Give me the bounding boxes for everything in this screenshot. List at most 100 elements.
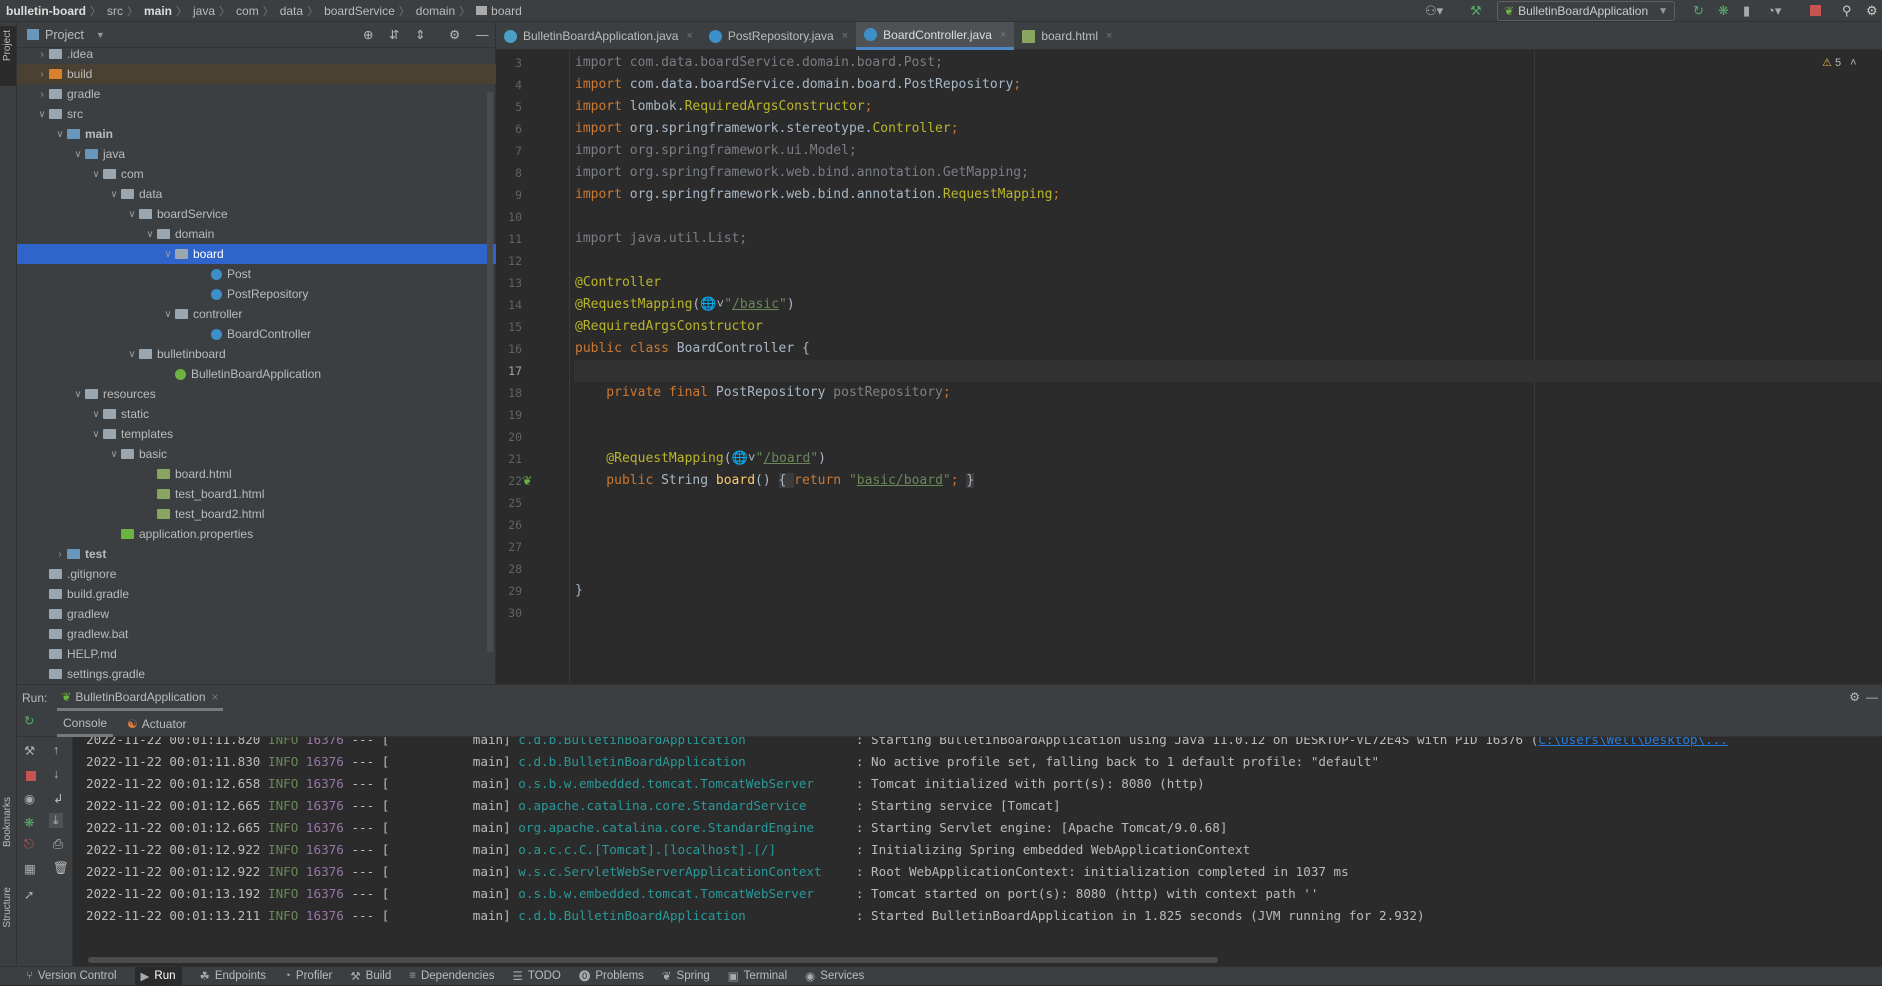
chevron-right-icon[interactable]: › [53, 549, 67, 560]
tab-actuator[interactable]: Actuator [142, 717, 187, 731]
chevron-down-icon[interactable]: ∨ [53, 129, 67, 140]
bookmarks-stripe-label[interactable]: Bookmarks [2, 797, 13, 847]
search-icon[interactable]: ⚲ [1842, 3, 1852, 19]
breadcrumb-item[interactable]: bulletin-board [6, 4, 86, 18]
chevron-down-icon[interactable]: ∨ [71, 389, 85, 400]
tree-item[interactable]: test_board2.html [17, 504, 496, 524]
tree-item[interactable]: ∨ templates [17, 424, 496, 444]
structure-stripe-label[interactable]: Structure [2, 887, 13, 928]
run-configuration-select[interactable]: ❦ BulletinBoardApplication ▼ [1497, 1, 1675, 21]
tree-item[interactable]: ∨ board [17, 244, 496, 264]
tool-window-todo[interactable]: ☰ TODO [513, 969, 561, 983]
tree-item[interactable]: ∨ data [17, 184, 496, 204]
chevron-down-icon[interactable]: ∨ [89, 429, 103, 440]
debug-icon[interactable]: ❋ [1718, 3, 1729, 19]
breadcrumb-item[interactable]: src [107, 4, 123, 18]
tree-item[interactable]: ∨ basic [17, 444, 496, 464]
tree-item[interactable]: Post [17, 264, 496, 284]
tool-window-services[interactable]: ◉ Services [805, 969, 864, 983]
tool-window-terminal[interactable]: ▣ Terminal [728, 969, 787, 983]
rerun-icon[interactable]: ↻ [1693, 3, 1704, 19]
tool-window-run[interactable]: ▶ Run [134, 966, 182, 986]
chevron-down-icon[interactable]: ∨ [161, 309, 175, 320]
tree-item[interactable]: › test [17, 544, 496, 564]
stop-icon[interactable] [1810, 5, 1821, 16]
profile-icon[interactable]: ◔▾ [1767, 3, 1781, 19]
tool-window-problems[interactable]: ⓿ Problems [579, 968, 644, 984]
tree-item[interactable]: board.html [17, 464, 496, 484]
tree-item[interactable]: PostRepository [17, 284, 496, 304]
tree-item[interactable]: › .idea [17, 44, 496, 64]
close-icon[interactable]: × [842, 30, 848, 42]
tool-window-version-control[interactable]: ⑂ Version Control [26, 970, 117, 982]
breadcrumb-item[interactable]: java [193, 4, 215, 18]
tool-window-endpoints[interactable]: ☘ Endpoints [200, 969, 266, 983]
tool-window-build[interactable]: ⚒ Build [350, 969, 391, 983]
tool-window-spring[interactable]: ❦ Spring [662, 969, 710, 983]
close-icon[interactable]: × [1000, 29, 1006, 41]
breadcrumb-item[interactable]: board [491, 4, 522, 18]
tree-item[interactable]: test_board1.html [17, 484, 496, 504]
tree-item[interactable]: ∨ com [17, 164, 496, 184]
tree-scrollbar[interactable] [487, 92, 493, 652]
chevron-down-icon[interactable]: ∨ [161, 249, 175, 260]
breadcrumb-item[interactable]: data [280, 4, 303, 18]
tab-boardcontroller-java[interactable]: BoardController.java × [856, 22, 1015, 50]
chevron-down-icon[interactable]: ∨ [125, 349, 139, 360]
tree-item[interactable]: HELP.md [17, 644, 496, 664]
tree-item[interactable]: BoardController [17, 324, 496, 344]
console-output[interactable]: 2022-11-22 00:01:11.820 INFO 16376 --- [… [17, 737, 1882, 953]
gear-icon[interactable]: ⚙ [1866, 3, 1878, 19]
tab-board-html[interactable]: board.html × [1014, 22, 1120, 50]
log-path-link[interactable]: C:\Users\Well\Desktop\... [1538, 737, 1728, 747]
close-icon[interactable]: × [686, 30, 692, 42]
close-icon[interactable]: × [212, 690, 219, 704]
tree-item[interactable]: ∨ static [17, 404, 496, 424]
tree-item[interactable]: application.properties [17, 524, 496, 544]
tree-item[interactable]: BulletinBoardApplication [17, 364, 496, 384]
hide-icon[interactable]: — [1866, 690, 1878, 704]
tool-window-profiler[interactable]: ◔ Profiler [284, 970, 332, 982]
tree-item[interactable]: ∨ domain [17, 224, 496, 244]
tree-item[interactable]: › gradle [17, 84, 496, 104]
collapse-all-icon[interactable]: ⇕ [415, 27, 425, 42]
chevron-down-icon[interactable]: ∨ [143, 229, 157, 240]
locate-icon[interactable]: ⊕ [363, 27, 373, 42]
tree-item[interactable]: ∨ main [17, 124, 496, 144]
breadcrumb-item[interactable]: com [236, 4, 259, 18]
project-tool-button[interactable]: Project [0, 26, 16, 86]
chevron-down-icon[interactable]: ▼ [96, 30, 105, 40]
breadcrumb-item[interactable]: boardService [324, 4, 395, 18]
coverage-icon[interactable]: ▮ [1743, 3, 1750, 19]
console-horizontal-scrollbar[interactable] [88, 957, 1218, 963]
gear-icon[interactable]: ⚙ [1849, 690, 1860, 704]
tree-item[interactable]: ∨ bulletinboard [17, 344, 496, 364]
tree-item[interactable]: gradlew [17, 604, 496, 624]
tab-postrepository-java[interactable]: PostRepository.java × [701, 22, 856, 50]
chevron-right-icon[interactable]: › [35, 69, 49, 80]
tree-item[interactable]: ∨ src [17, 104, 496, 124]
tree-item[interactable]: ∨ java [17, 144, 496, 164]
chevron-down-icon[interactable]: ∨ [89, 169, 103, 180]
tree-item[interactable]: settings.gradle [17, 664, 496, 684]
chevron-down-icon[interactable]: ∨ [89, 409, 103, 420]
breadcrumb-item[interactable]: main [144, 4, 172, 18]
tab-bulletinboardapplication-java[interactable]: BulletinBoardApplication.java × [496, 22, 701, 50]
vcs-user-icon[interactable]: ⚇▾ [1425, 3, 1443, 19]
tree-item[interactable]: › build [17, 64, 496, 84]
tool-window-dependencies[interactable]: ≡ Dependencies [409, 970, 494, 982]
chevron-down-icon[interactable]: ∨ [125, 209, 139, 220]
tree-item[interactable]: ∨ boardService [17, 204, 496, 224]
tree-item[interactable]: .gitignore [17, 564, 496, 584]
breadcrumb-item[interactable]: domain [416, 4, 455, 18]
chevron-down-icon[interactable]: ∨ [107, 189, 121, 200]
run-tab[interactable]: ❦ BulletinBoardApplication × [57, 685, 223, 711]
build-hammer-icon[interactable]: ⚒ [1470, 3, 1482, 19]
rerun-icon[interactable]: ↻ [24, 713, 34, 728]
tree-item[interactable]: gradlew.bat [17, 624, 496, 644]
tree-item[interactable]: ∨ controller [17, 304, 496, 324]
chevron-right-icon[interactable]: › [35, 89, 49, 100]
close-icon[interactable]: × [1106, 30, 1112, 42]
chevron-down-icon[interactable]: ∨ [107, 449, 121, 460]
tree-item[interactable]: ∨ resources [17, 384, 496, 404]
